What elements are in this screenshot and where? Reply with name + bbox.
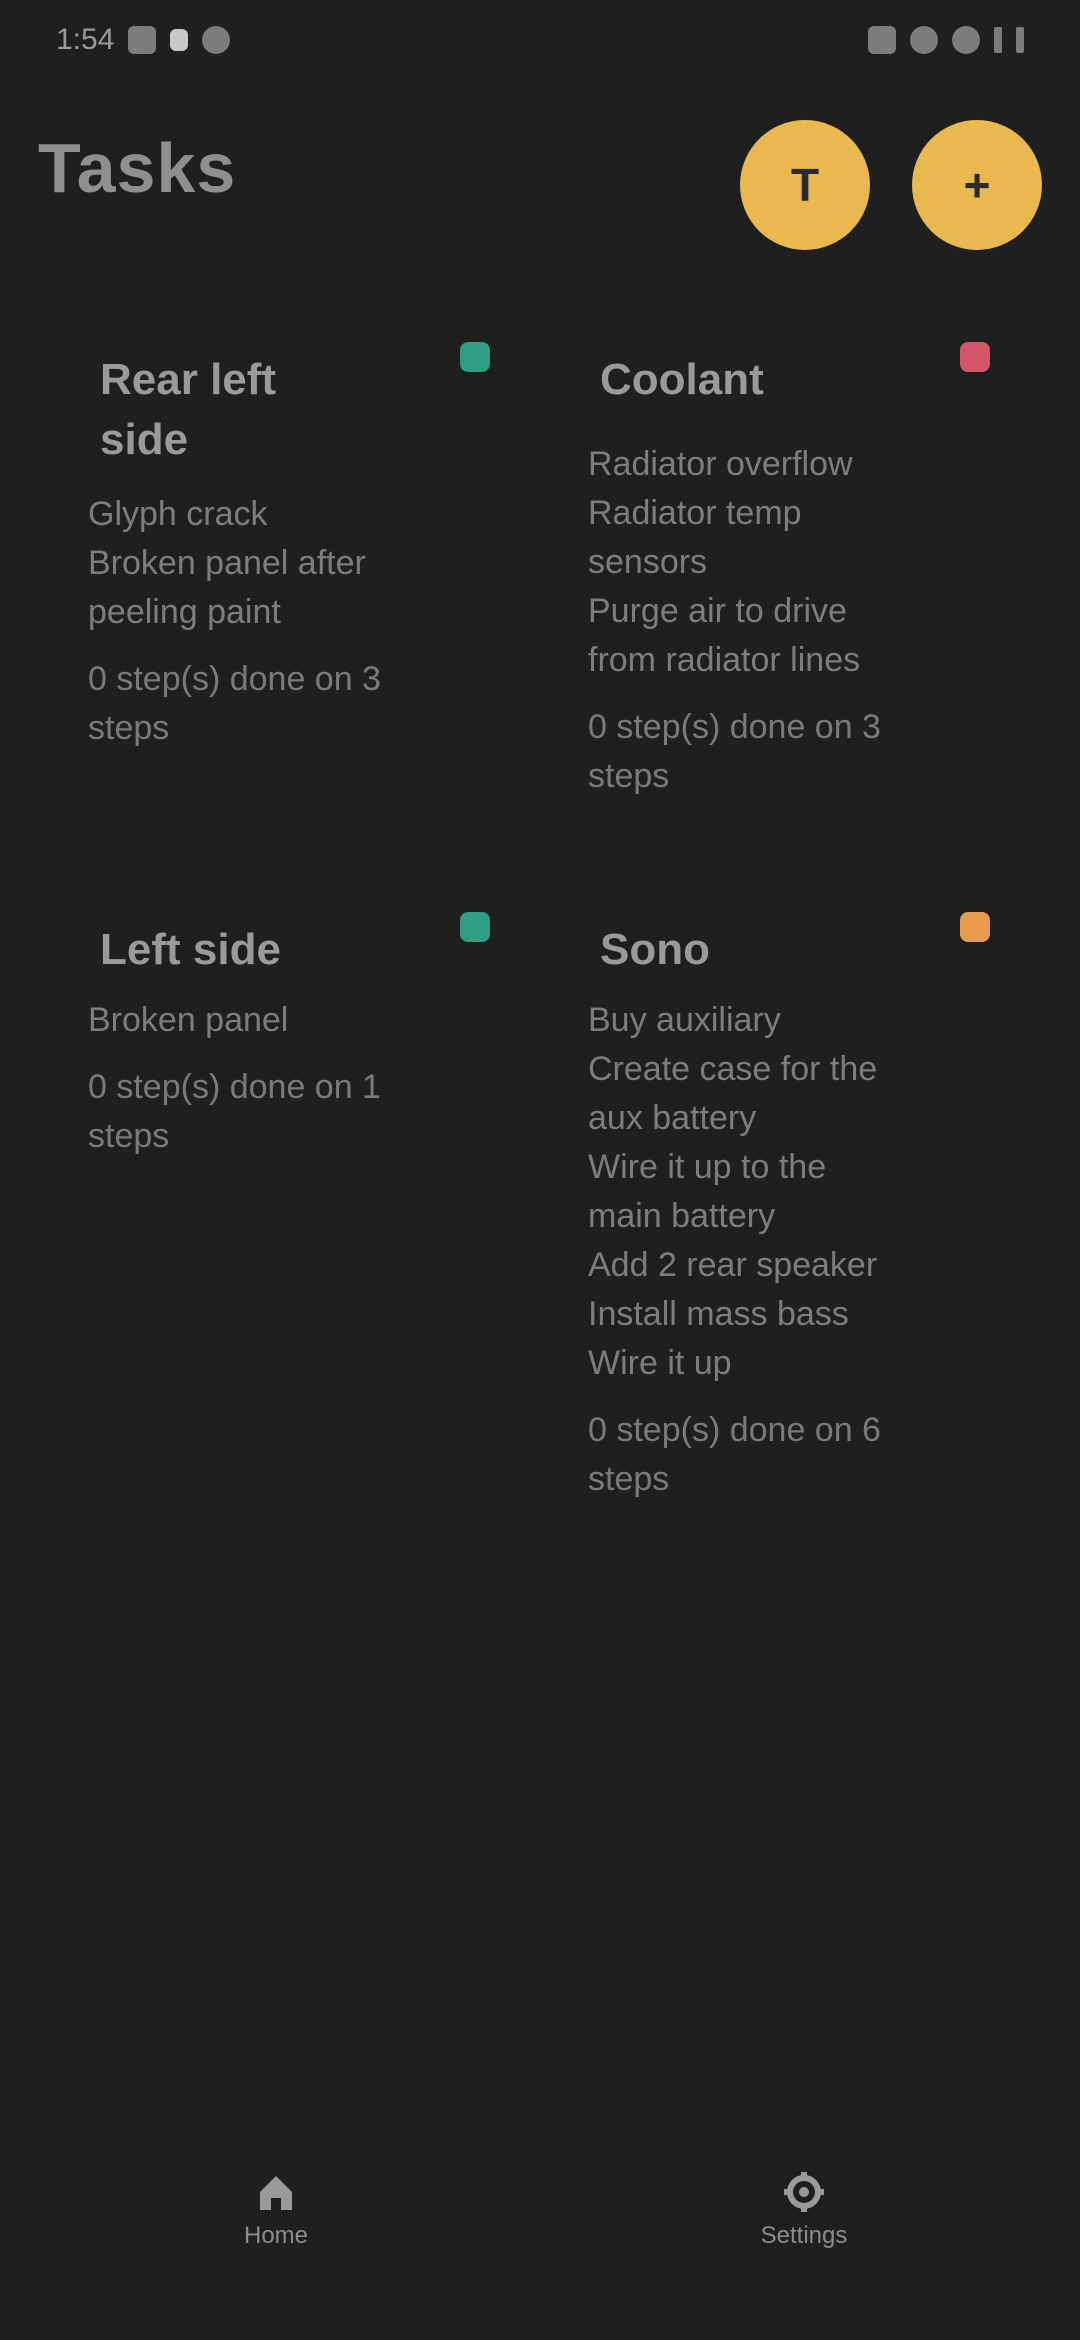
nav-label: Home	[243, 2222, 309, 2249]
task-progress: 0 step(s) done on 1 steps	[88, 1068, 381, 1155]
nav-item-home[interactable]: Home	[146, 2130, 406, 2290]
task-progress: 0 step(s) done on 3 steps	[88, 660, 381, 747]
task-step: Create case for the	[588, 1050, 878, 1088]
task-step: Wire it up	[588, 1344, 732, 1382]
task-steps: Radiator overflow Radiator temp sensors …	[588, 440, 1038, 685]
status-time: 1:54	[56, 23, 115, 56]
task-progress: 0 step(s) done on 6 steps	[588, 1411, 881, 1498]
task-step: Wire it up to the	[588, 1148, 827, 1186]
task-steps: Broken panel	[88, 996, 538, 1045]
task-progress: 0 step(s) done on 3 steps	[588, 708, 881, 795]
notification-icon	[128, 26, 157, 54]
header: Tasks T +	[0, 110, 1080, 260]
task-color-dot	[960, 342, 990, 372]
task-step: Install mass bass	[588, 1295, 849, 1333]
task-color-dot	[960, 912, 990, 942]
task-title: Rear left side	[100, 355, 277, 464]
task-step: Glyph crack	[88, 495, 268, 533]
wifi-icon	[952, 26, 980, 54]
filter-button[interactable]: T	[740, 120, 870, 250]
status-right	[868, 26, 1024, 54]
task-step: main battery	[588, 1197, 776, 1235]
filter-icon: T	[790, 159, 820, 211]
task-step: Radiator temp	[588, 494, 802, 532]
status-left: 1:54	[56, 23, 231, 57]
nav-label: Settings	[760, 2222, 848, 2249]
nfc-icon	[868, 26, 896, 54]
task-step: sensors	[588, 543, 708, 581]
page-title: Tasks	[38, 129, 237, 207]
task-color-dot	[460, 912, 490, 942]
task-steps: Glyph crack Broken panel after peeling p…	[88, 490, 538, 637]
task-step: Radiator overflow	[588, 445, 853, 483]
home-icon	[254, 2170, 298, 2214]
task-step: Add 2 rear speaker	[588, 1246, 878, 1284]
battery-icon	[1016, 27, 1024, 53]
status-bar: 1:54	[0, 0, 1080, 80]
bottom-navigation: Home Settings	[0, 2130, 1080, 2340]
task-step: Buy auxiliary	[588, 1001, 781, 1039]
vibrate-icon	[910, 26, 938, 54]
task-step: Broken panel	[88, 1001, 289, 1039]
task-step: from radiator lines	[588, 641, 861, 679]
task-step: aux battery	[588, 1099, 757, 1137]
task-step: Purge air to drive	[588, 592, 847, 630]
task-color-dot	[460, 342, 490, 372]
sim-icon	[170, 29, 189, 51]
sync-icon	[202, 26, 231, 54]
task-step: Broken panel after	[88, 544, 366, 582]
task-card-rear-left-side[interactable]: Rear left side Glyph crack Broken panel …	[88, 342, 538, 753]
signal-icon	[994, 27, 1002, 53]
task-card-left-side[interactable]: Left side Broken panel 0 step(s) done on…	[88, 912, 538, 1161]
task-card-sono[interactable]: Sono Buy auxiliary Create case for the a…	[588, 912, 1038, 1504]
task-card-coolant[interactable]: Coolant Radiator overflow Radiator temp …	[588, 342, 1038, 801]
plus-icon: +	[963, 159, 991, 211]
nav-item-settings[interactable]: Settings	[674, 2130, 934, 2290]
task-steps: Buy auxiliary Create case for the aux ba…	[588, 996, 1038, 1388]
gear-icon	[782, 2170, 826, 2214]
add-task-button[interactable]: +	[912, 120, 1042, 250]
task-step: peeling paint	[88, 593, 281, 631]
